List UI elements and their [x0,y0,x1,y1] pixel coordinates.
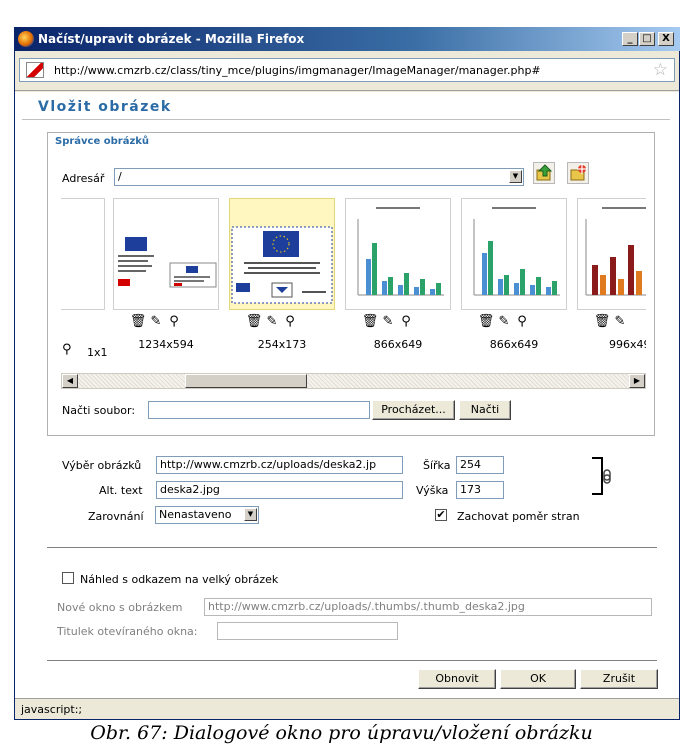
window-title-field[interactable] [217,622,398,640]
keep-ratio-checkbox[interactable]: ✔ [435,509,447,521]
trash-icon[interactable]: 🗑 [245,314,263,329]
thumbnail-image [231,226,333,304]
thumbnail-image [473,207,560,296]
thumbnail-dims: 996x49 [609,338,646,351]
thumbnail-item-selected[interactable] [229,198,335,310]
thumbnail-item[interactable] [577,198,646,310]
thumbnail-image [585,207,646,296]
new-window-label: Nové okno s obrázkem [57,601,183,614]
folder-up-icon [536,164,553,181]
dialog-heading: Vložit obrázek [38,99,172,115]
scroll-left-icon[interactable]: ◀ [62,374,78,388]
thumbnail-dims: 1x1 [87,346,108,359]
new-folder-icon [570,164,587,181]
dialog-header: Vložit obrázek [22,98,670,120]
folder-value: / [118,170,122,183]
divider [47,660,657,661]
thumbnail-item[interactable] [113,198,219,310]
image-select-label: Výběr obrázků [62,459,142,472]
edit-pencil-icon[interactable]: ✎ [611,314,629,329]
zoom-icon[interactable]: ⚲ [62,342,72,357]
alt-text-label: Alt. text [99,484,143,497]
url-field[interactable]: http://www.cmzrb.cz/class/tiny_mce/plugi… [19,58,675,82]
thumbnail-item[interactable] [61,198,105,310]
thumbnail-dims: 254x173 [257,338,307,351]
image-manager-legend: Správce obrázků [52,136,153,147]
new-folder-button[interactable] [567,162,589,184]
site-icon [26,62,44,78]
dropdown-arrow-icon[interactable]: ▼ [509,170,522,183]
edit-pencil-icon[interactable]: ✎ [379,314,397,329]
thumbnail-strip: ⚲ 1x1 🗑 ✎ ⚲ 1234x594 🗑 ✎ ⚲ 254x173 🗑 ✎ ⚲… [61,198,646,370]
thumbnail-image [118,237,217,288]
close-button[interactable]: X [658,32,674,46]
firefox-icon [18,31,34,47]
load-button[interactable]: Načti [459,400,511,420]
trash-icon[interactable]: 🗑 [129,314,147,329]
zoom-icon[interactable]: ⚲ [281,314,299,329]
edit-pencil-icon[interactable]: ✎ [263,314,281,329]
figure-caption: Obr. 67: Dialogové okno pro úpravu/vlože… [90,722,593,744]
zoom-icon[interactable]: ⚲ [165,314,183,329]
trash-icon[interactable]: 🗑 [593,314,611,329]
thumbnail-dims: 1234x594 [138,338,194,351]
alt-text-field[interactable]: deska2.jpg [156,481,403,499]
trash-icon[interactable]: 🗑 [477,314,495,329]
thumbnail-tools: 🗑 ✎ ⚲ [477,314,531,332]
address-bar: http://www.cmzrb.cz/class/tiny_mce/plugi… [15,51,679,91]
height-field[interactable]: 173 [456,481,504,499]
window-title-label: Titulek otevíraného okna: [57,625,198,638]
width-label: Šířka [423,459,451,472]
dropdown-arrow-icon[interactable]: ▼ [244,508,257,521]
edit-pencil-icon[interactable]: ✎ [495,314,513,329]
folder-select[interactable]: / ▼ [114,168,524,186]
title-bar[interactable]: Načíst/upravit obrázek - Mozilla Firefox… [14,27,680,51]
folder-up-button[interactable] [533,162,555,184]
thumbnail-dims: 866x649 [373,338,423,351]
width-field[interactable]: 254 [456,456,504,474]
folder-label: Adresář [62,172,105,185]
minimize-button[interactable]: _ [622,32,638,46]
status-text: javascript:; [21,703,83,716]
alignment-select[interactable]: Nenastaveno ▼ [155,506,259,524]
zoom-icon[interactable]: ⚲ [513,314,531,329]
maximize-button[interactable]: □ [639,32,655,46]
thumbnail-dims: 866x649 [489,338,539,351]
alignment-value: Nenastaveno [159,508,232,521]
thumbnail-scrollbar[interactable]: ◀ ▶ [61,373,646,389]
thumbnail-tools: 🗑 ✎ [593,314,629,332]
thumbnail-tools: 🗑 ✎ ⚲ [245,314,299,332]
scroll-thumb[interactable] [185,374,308,388]
zoom-icon[interactable]: ⚲ [397,314,415,329]
upload-label: Načti soubor: [62,404,136,417]
upload-file-field[interactable] [148,401,370,419]
new-window-field[interactable]: http://www.cmzrb.cz/uploads/.thumbs/.thu… [204,598,652,616]
check-icon: ✔ [436,508,446,521]
image-url-field[interactable]: http://www.cmzrb.cz/uploads/deska2.jp [156,456,403,474]
preview-link-checkbox[interactable] [62,572,74,584]
refresh-button[interactable]: Obnovit [418,669,496,689]
window-title: Načíst/upravit obrázek - Mozilla Firefox [38,32,305,46]
alignment-label: Zarovnání [88,510,144,523]
cancel-button[interactable]: Zrušit [580,669,658,689]
ok-button[interactable]: OK [500,669,576,689]
chain-link-icon[interactable] [590,456,614,496]
thumbnail-tools: 🗑 ✎ ⚲ [361,314,415,332]
height-label: Výška [416,484,449,497]
thumbnail-image [357,207,444,296]
url-text: http://www.cmzrb.cz/class/tiny_mce/plugi… [54,64,541,77]
keep-ratio-label: Zachovat poměr stran [457,510,580,523]
status-bar: javascript:; [15,698,679,719]
thumbnail-item[interactable] [461,198,567,310]
edit-pencil-icon[interactable]: ✎ [147,314,165,329]
thumbnail-item[interactable] [345,198,451,310]
browse-button[interactable]: Procházet... [372,400,455,420]
thumbnail-tools: 🗑 ✎ ⚲ [129,314,183,332]
divider [47,547,657,548]
preview-link-label: Náhled s odkazem na velký obrázek [80,573,279,586]
bookmark-star-icon[interactable]: ☆ [653,60,668,80]
scroll-right-icon[interactable]: ▶ [629,374,645,388]
trash-icon[interactable]: 🗑 [361,314,379,329]
